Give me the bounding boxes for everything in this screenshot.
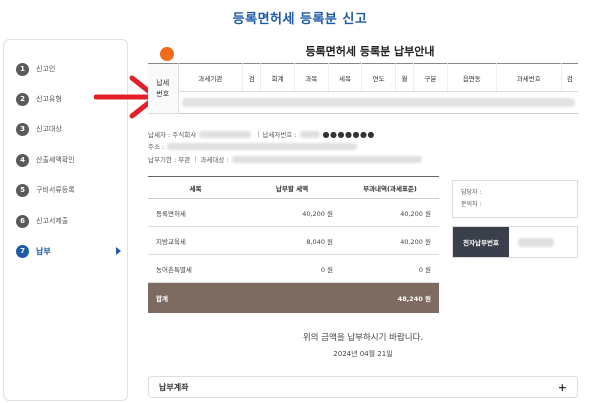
step-label: 신고유형 bbox=[36, 95, 62, 103]
payment-account-accordion[interactable]: 납부계좌 + bbox=[148, 376, 578, 398]
col-tax-office: 과세기관 bbox=[178, 63, 244, 92]
col-check-2: 검 bbox=[561, 63, 578, 92]
step-label: 신고대상 bbox=[36, 125, 62, 133]
tax-amount: 40,200 원 bbox=[243, 198, 341, 227]
step-label: 산출세액확인 bbox=[36, 156, 75, 164]
step-report-target[interactable]: 3 신고대상 bbox=[16, 122, 121, 136]
header-base: 부과내역(과세표준) bbox=[341, 176, 439, 199]
step-number: 4 bbox=[16, 153, 29, 167]
phone-label: 문의처 : bbox=[461, 201, 482, 208]
redacted-value bbox=[167, 142, 358, 150]
tax-amount: 8,040 원 bbox=[243, 226, 341, 255]
tax-item-name: 지방교육세 bbox=[148, 226, 243, 255]
col-check: 검 bbox=[242, 63, 262, 92]
accordion-label: 납부계좌 bbox=[159, 382, 189, 392]
tax-number-value bbox=[178, 91, 578, 114]
notice-date: 2024년 04월 21일 bbox=[333, 350, 393, 358]
taxpayer-id-masked: ●●●●●●● bbox=[322, 129, 375, 139]
redacted-value bbox=[199, 130, 252, 138]
header-amount: 납부할 세액 bbox=[243, 176, 341, 199]
step-number: 1 bbox=[16, 62, 29, 76]
col-month: 월 bbox=[395, 63, 415, 92]
row-header-label: 납세번호 bbox=[156, 78, 170, 98]
step-number: 7 bbox=[16, 244, 29, 258]
table-row: 농어촌특별세 0 원 0 원 bbox=[148, 254, 439, 283]
tax-base: 40,200 원 bbox=[341, 198, 439, 227]
redacted-value bbox=[299, 130, 320, 138]
step-number: 2 bbox=[16, 92, 29, 106]
epay-number-box: 전자납부번호 bbox=[452, 226, 578, 258]
step-label: 신고서제출 bbox=[36, 217, 69, 225]
address-label: 주소 : bbox=[148, 143, 165, 151]
redacted-value bbox=[181, 98, 575, 107]
taxpayer-info-line: 납세자 : 주식회사 | 납세자번호 : ●●●●●●● bbox=[148, 129, 375, 140]
taxpayer-label: 납세자 : 주식회사 bbox=[148, 131, 197, 139]
step-label: 신고인 bbox=[36, 65, 56, 73]
step-documents[interactable]: 5 구비서류등록 bbox=[16, 183, 121, 197]
step-number: 6 bbox=[16, 214, 29, 228]
orange-dot-icon bbox=[160, 47, 174, 61]
tax-number-row-header: 납세번호 bbox=[148, 63, 179, 114]
tax-number-table: 납세번호 과세기관 검 회계 과목 세목 연도 월 구분 읍면동 과세번호 검 bbox=[148, 63, 578, 114]
total-amount: 48,240 원 bbox=[341, 282, 439, 313]
payment-notice: 위의 금액을 납부하시기 바랍니다. bbox=[302, 333, 424, 343]
active-step-caret-icon bbox=[116, 247, 121, 255]
col-subject: 과목 bbox=[294, 63, 329, 92]
tax-base: 40,200 원 bbox=[341, 226, 439, 255]
plus-icon[interactable]: + bbox=[558, 381, 567, 394]
page-title: 등록면허세 등록분 신고 bbox=[232, 12, 368, 27]
epay-value bbox=[509, 227, 577, 257]
total-label: 합계 bbox=[148, 282, 243, 313]
col-year: 연도 bbox=[361, 63, 396, 92]
step-submit[interactable]: 6 신고서제출 bbox=[16, 214, 121, 228]
target-label: 과세대상 : bbox=[200, 156, 229, 164]
tax-amount: 0 원 bbox=[243, 254, 341, 283]
table-row: 등록면허세 40,200 원 40,200 원 bbox=[148, 198, 439, 227]
col-tax-number: 과세번호 bbox=[496, 63, 562, 92]
col-division: 구분 bbox=[413, 63, 448, 92]
step-number: 5 bbox=[16, 183, 29, 197]
step-payment[interactable]: 7 납부 bbox=[16, 244, 121, 258]
payment-guide-title: 등록면허세 등록분 납부안내 bbox=[305, 45, 435, 58]
table-row: 지방교육세 8,040 원 40,200 원 bbox=[148, 226, 439, 255]
taxpayer-id-label: 납세자번호 : bbox=[262, 131, 297, 139]
header-tax-item: 세목 bbox=[148, 176, 243, 199]
col-accounting: 회계 bbox=[260, 63, 295, 92]
due-info-line: 납부기한 : 무관 | 과세대상 : bbox=[148, 154, 425, 164]
step-number: 3 bbox=[16, 122, 29, 136]
redacted-value bbox=[231, 155, 422, 163]
amount-table: 세목 납부할 세액 부과내역(과세표준) 등록면허세 40,200 원 40,2… bbox=[148, 176, 439, 313]
manager-label: 담당자 : bbox=[461, 189, 482, 196]
tax-item-name: 등록면허세 bbox=[148, 198, 243, 227]
tax-item-name: 농어촌특별세 bbox=[148, 254, 243, 283]
col-district: 읍면동 bbox=[447, 63, 497, 92]
contact-box: 담당자 : 문의처 : bbox=[452, 180, 578, 218]
total-row: 합계 48,240 원 bbox=[148, 282, 439, 313]
col-tax-item: 세목 bbox=[328, 63, 363, 92]
step-label: 구비서류등록 bbox=[36, 186, 75, 194]
step-tax-check[interactable]: 4 산출세액확인 bbox=[16, 153, 121, 167]
epay-label: 전자납부번호 bbox=[453, 227, 509, 257]
due-label: 납부기한 : 무관 bbox=[148, 156, 191, 164]
redacted-value bbox=[518, 237, 554, 247]
tax-base: 0 원 bbox=[341, 254, 439, 283]
step-label: 납부 bbox=[36, 246, 51, 256]
total-spacer bbox=[243, 282, 341, 313]
address-info-line: 주소 : bbox=[148, 141, 360, 151]
